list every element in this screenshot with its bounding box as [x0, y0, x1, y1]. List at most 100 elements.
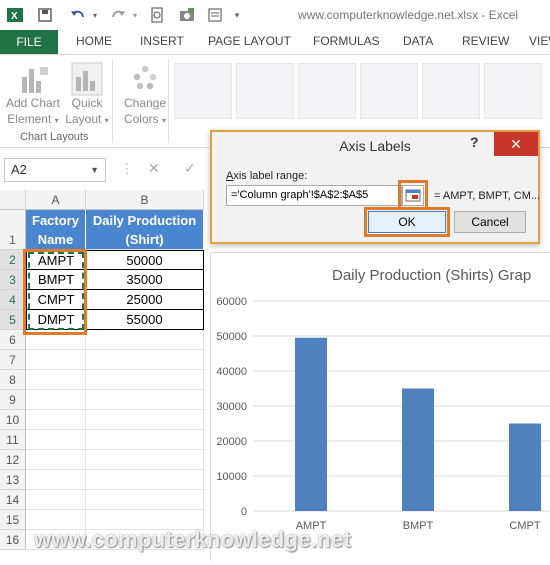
- formula-separator: ⋮: [120, 160, 134, 176]
- cell-b7[interactable]: [86, 350, 204, 370]
- row-header-7[interactable]: 7: [0, 350, 26, 370]
- name-box-dropdown-icon[interactable]: ▼: [90, 159, 99, 181]
- camera-icon[interactable]: [176, 5, 198, 25]
- chart-style-6[interactable]: [484, 63, 542, 119]
- tab-file[interactable]: FILE: [0, 30, 58, 54]
- cell-a9[interactable]: [26, 390, 86, 410]
- cell-a14[interactable]: [26, 490, 86, 510]
- undo-dropdown-icon[interactable]: ▾: [90, 5, 100, 25]
- column-header-b[interactable]: B: [86, 190, 204, 210]
- cell-b8[interactable]: [86, 370, 204, 390]
- name-box-value: A2: [11, 162, 27, 177]
- row-header-9[interactable]: 9: [0, 390, 26, 410]
- y-tick-label: 20000: [216, 436, 247, 448]
- tab-page-layout[interactable]: PAGE LAYOUT: [208, 34, 291, 48]
- column-chart[interactable]: Daily Production (Shirts) Grap 0 10000 200…: [210, 252, 550, 561]
- chart-layouts-group-label: Chart Layouts: [20, 131, 89, 143]
- cell-b12[interactable]: [86, 450, 204, 470]
- save-icon[interactable]: [34, 5, 56, 25]
- tab-view[interactable]: VIEW: [529, 34, 550, 48]
- cell-b3[interactable]: 35000: [86, 270, 204, 290]
- cell-a8[interactable]: [26, 370, 86, 390]
- chart-bar-cmpt[interactable]: [509, 423, 541, 512]
- cell-b10[interactable]: [86, 410, 204, 430]
- undo-icon[interactable]: [66, 5, 90, 25]
- cell-a10[interactable]: [26, 410, 86, 430]
- help-icon[interactable]: ?: [470, 134, 479, 150]
- cell-a12[interactable]: [26, 450, 86, 470]
- chart-style-2[interactable]: [236, 63, 294, 119]
- row-header-12[interactable]: 12: [0, 450, 26, 470]
- row-header-13[interactable]: 13: [0, 470, 26, 490]
- row-header-1[interactable]: 1: [0, 210, 26, 250]
- cell-b13[interactable]: [86, 470, 204, 490]
- row-header-14[interactable]: 14: [0, 490, 26, 510]
- cell-a1[interactable]: Factory Name: [26, 210, 86, 250]
- svg-text:X: X: [11, 11, 18, 22]
- tab-insert[interactable]: INSERT: [140, 34, 184, 48]
- cell-b6[interactable]: [86, 330, 204, 350]
- cancel-formula-icon[interactable]: ✕: [148, 160, 160, 177]
- form-icon[interactable]: [204, 5, 226, 25]
- x-tick-label: CMPT: [509, 520, 540, 532]
- cell-b14[interactable]: [86, 490, 204, 510]
- column-header-a[interactable]: A: [26, 190, 86, 210]
- add-chart-element-label[interactable]: Add Chart Element ▾: [4, 95, 62, 129]
- cancel-button[interactable]: Cancel: [454, 211, 526, 233]
- cell-b11[interactable]: [86, 430, 204, 450]
- change-colors-icon[interactable]: [130, 63, 160, 93]
- row-header-8[interactable]: 8: [0, 370, 26, 390]
- chart-title[interactable]: Daily Production (Shirts) Grap: [332, 267, 531, 284]
- ok-button-highlight: [364, 207, 450, 237]
- print-preview-icon[interactable]: [146, 5, 168, 25]
- row-header-16[interactable]: 16: [0, 530, 26, 550]
- header-shirt-text: (Shirt): [125, 232, 164, 247]
- chart-style-1[interactable]: [174, 63, 232, 119]
- quick-layout-icon[interactable]: [70, 61, 104, 97]
- tab-review[interactable]: REVIEW: [462, 34, 509, 48]
- excel-logo-icon: X: [4, 5, 26, 25]
- tab-data[interactable]: DATA: [403, 34, 433, 48]
- axis-label-preview: = AMPT, BMPT, CM...: [434, 190, 541, 202]
- row-header-10[interactable]: 10: [0, 410, 26, 430]
- tab-formulas[interactable]: FORMULAS: [313, 34, 380, 48]
- ribbon-divider: [112, 59, 113, 143]
- quick-layout-label[interactable]: Quick Layout ▾: [62, 95, 112, 129]
- chart-style-4[interactable]: [360, 63, 418, 119]
- cell-b2[interactable]: 50000: [86, 250, 204, 270]
- chart-svg: Daily Production (Shirts) Grap 0 10000 200…: [216, 267, 550, 532]
- cell-a11[interactable]: [26, 430, 86, 450]
- quick-text: Quick: [71, 96, 103, 110]
- cell-b4[interactable]: 25000: [86, 290, 204, 310]
- row-header-11[interactable]: 11: [0, 430, 26, 450]
- chart-style-5[interactable]: [422, 63, 480, 119]
- chart-bar-ampt[interactable]: [295, 337, 327, 511]
- chart-style-3[interactable]: [298, 63, 356, 119]
- name-box[interactable]: A2 ▼: [4, 158, 106, 182]
- y-tick-label: 30000: [216, 401, 247, 413]
- y-tick-label: 0: [241, 506, 247, 518]
- chart-bar-bmpt[interactable]: [402, 388, 434, 512]
- add-chart-text: Add Chart: [5, 96, 61, 110]
- redo-icon[interactable]: [106, 5, 130, 25]
- change-colors-label[interactable]: Change Colors ▾: [118, 95, 172, 129]
- cell-a7[interactable]: [26, 350, 86, 370]
- watermark-text: www.computerknowledge.net: [34, 527, 352, 552]
- customize-toolbar-icon[interactable]: ▾: [230, 5, 244, 25]
- add-chart-element-icon[interactable]: [18, 63, 50, 97]
- cell-b5[interactable]: 55000: [86, 310, 204, 330]
- cell-b9[interactable]: [86, 390, 204, 410]
- axis-label-range-input[interactable]: ='Column graph'!$A$2:$A$5: [226, 185, 402, 206]
- cell-b1[interactable]: Daily Production (Shirt): [86, 210, 204, 250]
- redo-dropdown-icon[interactable]: ▾: [130, 5, 140, 25]
- marching-ants-selection: [28, 252, 84, 330]
- collapse-button-highlight: [398, 180, 428, 210]
- ribbon-tabs: FILE HOME INSERT PAGE LAYOUT FORMULAS DA…: [0, 30, 550, 54]
- row-header-15[interactable]: 15: [0, 510, 26, 530]
- cell-a13[interactable]: [26, 470, 86, 490]
- enter-formula-icon[interactable]: ✓: [184, 160, 196, 177]
- select-all-corner[interactable]: [0, 190, 26, 210]
- close-button[interactable]: ✕: [494, 132, 538, 156]
- change-sub-text: Colors ▾: [123, 112, 167, 126]
- tab-home[interactable]: HOME: [76, 34, 112, 48]
